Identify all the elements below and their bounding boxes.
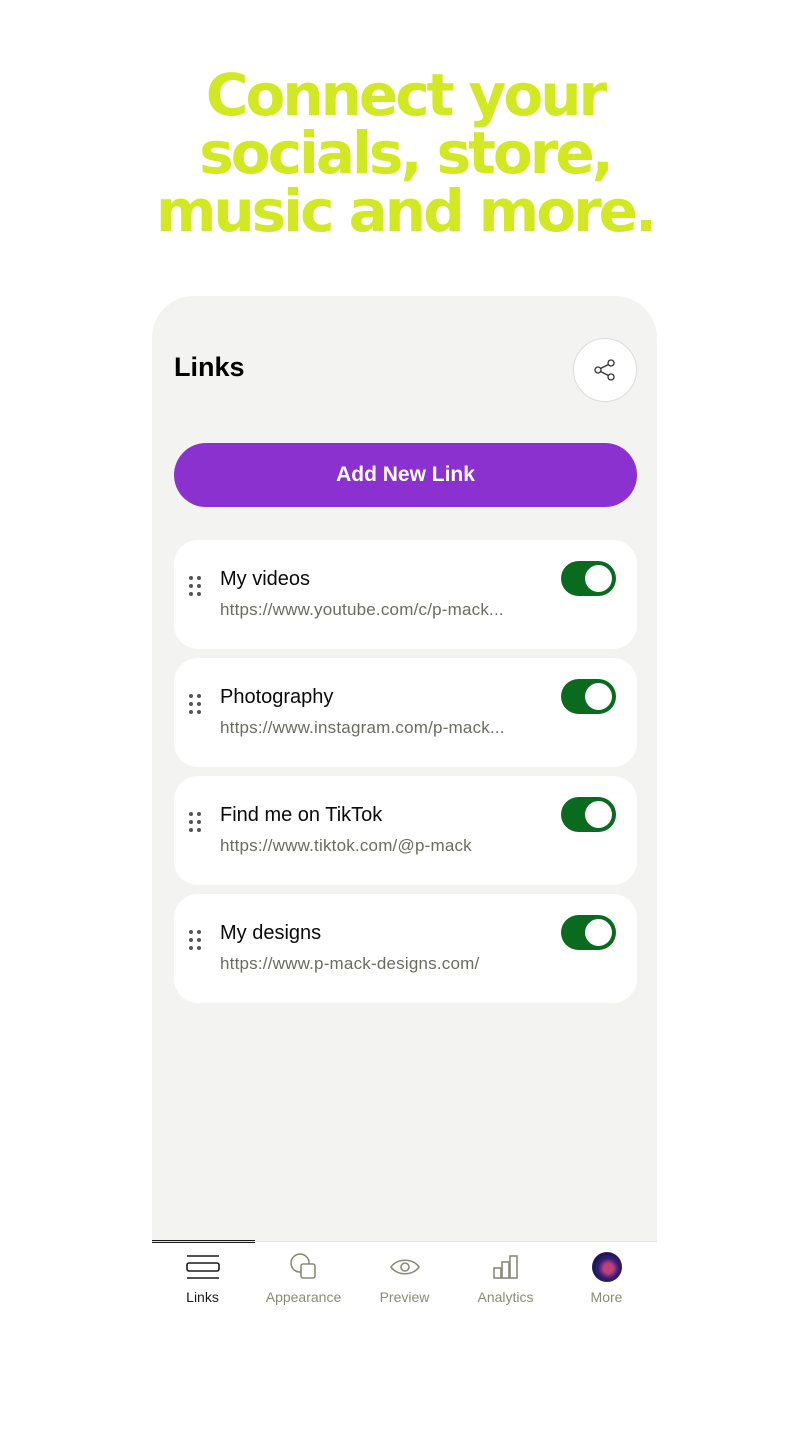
link-title: Photography — [220, 686, 334, 708]
bottom-tab-bar: Links Appearance Preview Analytics More — [152, 1241, 657, 1311]
toggle-knob — [585, 919, 612, 946]
tab-label: Appearance — [265, 1289, 342, 1305]
link-enabled-toggle[interactable] — [561, 915, 616, 950]
link-url: https://www.tiktok.com/@p-mack — [220, 836, 472, 855]
drag-handle-icon[interactable] — [189, 812, 203, 834]
avatar-icon — [589, 1252, 625, 1282]
link-title: My videos — [220, 568, 311, 590]
link-url: https://www.instagram.com/p-mack... — [220, 718, 505, 737]
link-enabled-toggle[interactable] — [561, 561, 616, 596]
add-new-link-button[interactable]: Add New Link — [174, 443, 637, 507]
avatar — [591, 1252, 622, 1282]
link-card[interactable]: My videos https://www.youtube.com/c/p-ma… — [174, 540, 637, 649]
tab-label: Links — [186, 1289, 219, 1305]
headline-line-1: Connect your — [205, 61, 607, 129]
eye-icon — [387, 1252, 423, 1282]
phone-screen: Links Add New Link My videos https://www… — [152, 296, 657, 1346]
link-enabled-toggle[interactable] — [561, 797, 616, 832]
drag-handle-icon[interactable] — [189, 576, 203, 598]
drag-handle-icon[interactable] — [189, 930, 203, 952]
tab-more[interactable]: More — [556, 1242, 657, 1311]
link-enabled-toggle[interactable] — [561, 679, 616, 714]
share-icon — [594, 359, 615, 381]
link-card[interactable]: Find me on TikTok https://www.tiktok.com… — [174, 776, 637, 885]
headline: Connect your socials, store, music and m… — [0, 66, 810, 240]
toggle-knob — [585, 683, 612, 710]
link-title: Find me on TikTok — [220, 804, 383, 826]
bar-chart-icon — [488, 1252, 524, 1282]
link-card[interactable]: My designs https://www.p-mack-designs.co… — [174, 894, 637, 1003]
link-title: My designs — [220, 922, 322, 944]
link-url: https://www.p-mack-designs.com/ — [220, 954, 480, 973]
links-icon — [185, 1252, 221, 1282]
headline-line-3: music and more. — [155, 177, 657, 245]
link-card[interactable]: Photography https://www.instagram.com/p-… — [174, 658, 637, 767]
tab-appearance[interactable]: Appearance — [253, 1242, 354, 1311]
drag-handle-icon[interactable] — [189, 694, 203, 716]
toggle-knob — [585, 565, 612, 592]
tab-links[interactable]: Links — [152, 1242, 253, 1311]
tab-analytics[interactable]: Analytics — [455, 1242, 556, 1311]
appearance-icon — [286, 1252, 322, 1282]
tab-preview[interactable]: Preview — [354, 1242, 455, 1311]
link-url: https://www.youtube.com/c/p-mack... — [220, 600, 504, 619]
share-button[interactable] — [573, 338, 637, 402]
toggle-knob — [585, 801, 612, 828]
tab-label: Preview — [379, 1289, 430, 1305]
tab-label: More — [590, 1289, 623, 1305]
headline-line-2: socials, store, — [199, 119, 613, 187]
page-title: Links — [174, 352, 245, 382]
tab-label: Analytics — [477, 1289, 534, 1305]
